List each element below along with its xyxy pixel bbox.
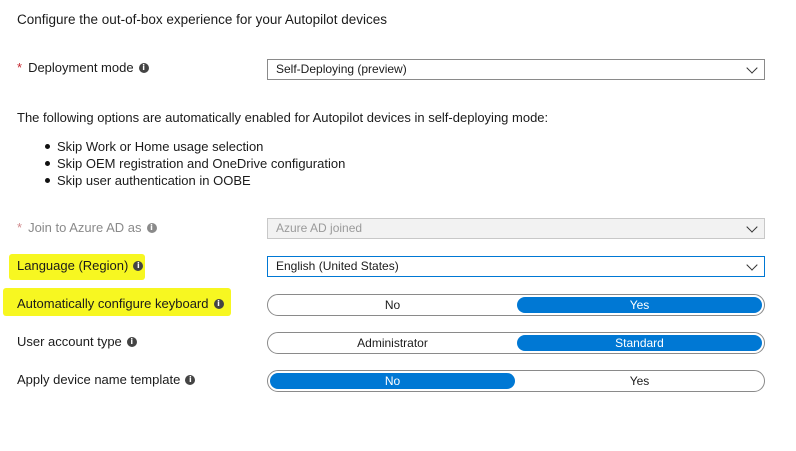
keyboard-label: Automatically configure keyboard i xyxy=(17,296,224,311)
keyboard-label-text: Automatically configure keyboard xyxy=(17,296,209,311)
deployment-mode-label: * Deployment mode i xyxy=(17,60,149,75)
keyboard-toggle[interactable]: No Yes xyxy=(267,294,765,316)
account-type-label: User account type i xyxy=(17,334,137,349)
join-azure-value: Azure AD joined xyxy=(276,221,363,235)
deployment-mode-value: Self-Deploying (preview) xyxy=(276,62,407,76)
info-icon[interactable]: i xyxy=(146,222,157,233)
chevron-down-icon xyxy=(746,62,758,74)
join-azure-label-text: Join to Azure AD as xyxy=(28,220,142,235)
chevron-down-icon xyxy=(746,259,758,271)
device-name-label-text: Apply device name template xyxy=(17,372,181,387)
page-heading: Configure the out-of-box experience for … xyxy=(17,12,387,27)
self-deploying-note: The following options are automatically … xyxy=(17,110,549,125)
info-icon[interactable]: i xyxy=(213,298,224,309)
info-icon[interactable]: i xyxy=(185,374,196,385)
keyboard-option-no[interactable]: No xyxy=(270,297,515,313)
chevron-down-icon xyxy=(746,221,758,233)
join-azure-label: * Join to Azure AD as i xyxy=(17,220,157,235)
device-name-toggle[interactable]: No Yes xyxy=(267,370,765,392)
info-icon[interactable]: i xyxy=(126,336,137,347)
account-type-option-standard[interactable]: Standard xyxy=(517,335,762,351)
language-label: Language (Region) i xyxy=(17,258,144,273)
account-type-option-administrator[interactable]: Administrator xyxy=(270,335,515,351)
list-item: Skip Work or Home usage selection xyxy=(44,138,345,155)
language-label-text: Language (Region) xyxy=(17,258,129,273)
device-name-option-no[interactable]: No xyxy=(270,373,515,389)
deployment-mode-label-text: Deployment mode xyxy=(28,60,134,75)
language-select[interactable]: English (United States) xyxy=(267,256,765,277)
enabled-options-list: Skip Work or Home usage selection Skip O… xyxy=(17,138,345,189)
required-mark: * xyxy=(17,220,23,235)
join-azure-select: Azure AD joined xyxy=(267,218,765,239)
info-icon[interactable]: i xyxy=(133,260,144,271)
list-item: Skip OEM registration and OneDrive confi… xyxy=(44,156,346,171)
keyboard-option-yes[interactable]: Yes xyxy=(517,297,762,313)
account-type-toggle[interactable]: Administrator Standard xyxy=(267,332,765,354)
required-mark: * xyxy=(17,60,23,75)
language-value: English (United States) xyxy=(276,259,399,273)
info-icon[interactable]: i xyxy=(138,62,149,73)
account-type-label-text: User account type xyxy=(17,334,122,349)
device-name-label: Apply device name template i xyxy=(17,372,196,387)
deployment-mode-select[interactable]: Self-Deploying (preview) xyxy=(267,59,765,80)
list-item: Skip user authentication in OOBE xyxy=(44,172,345,189)
device-name-option-yes[interactable]: Yes xyxy=(517,373,762,389)
